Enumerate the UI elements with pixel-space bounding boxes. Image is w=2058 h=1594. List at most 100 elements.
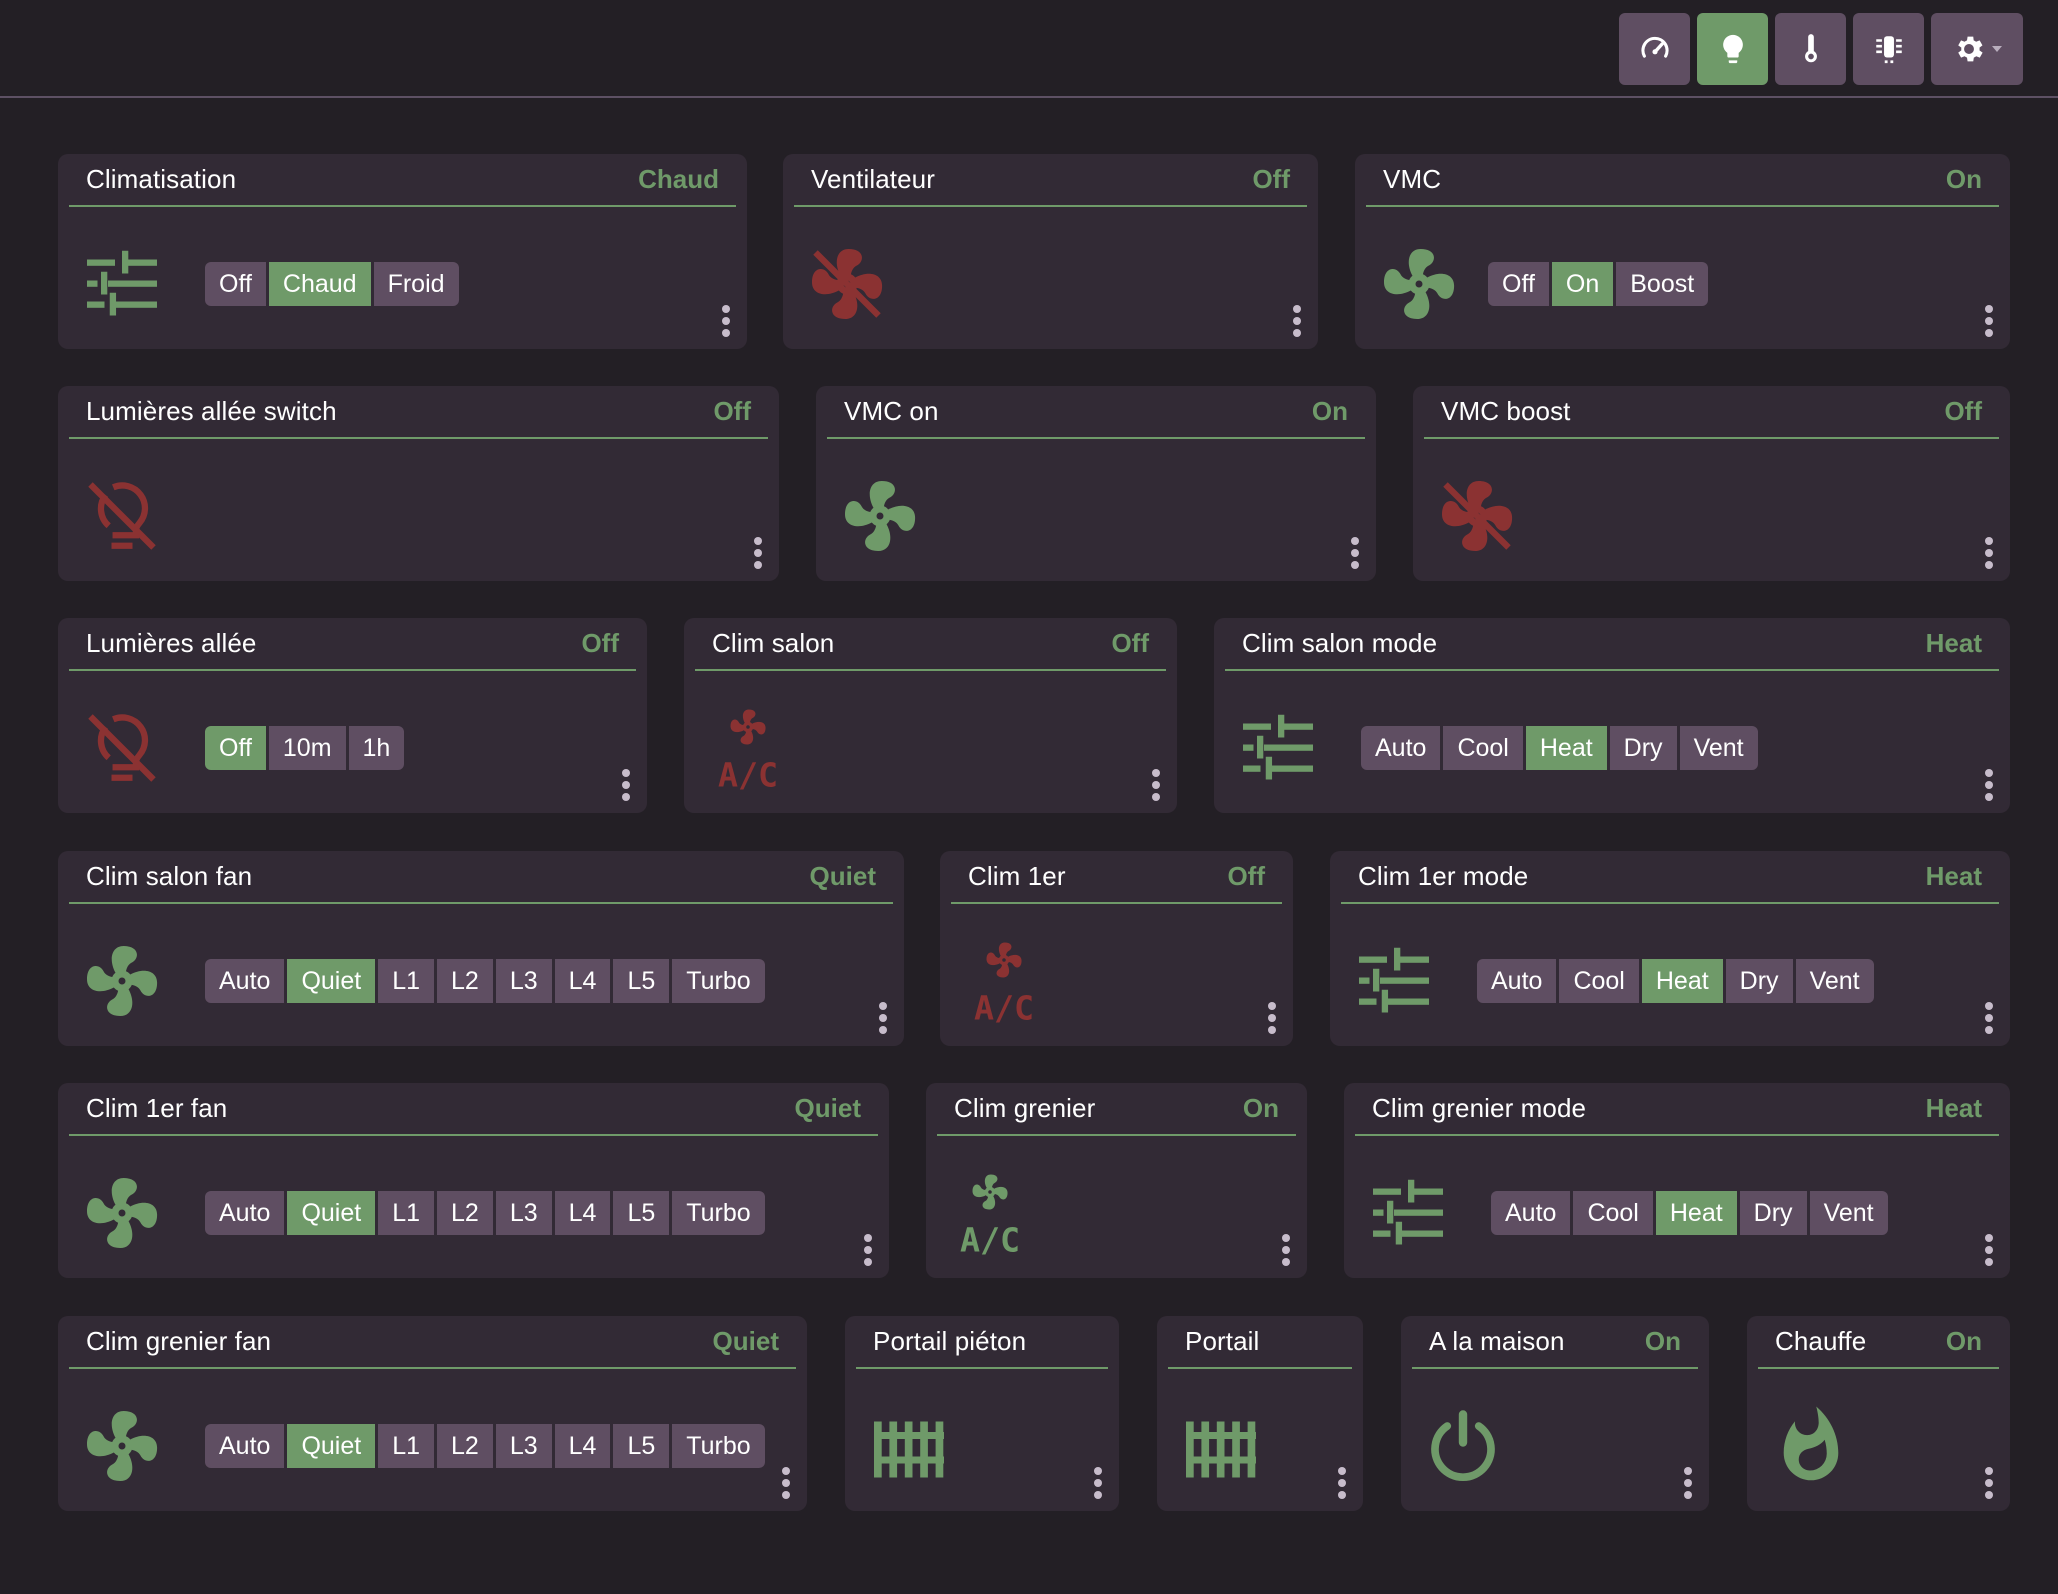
fan-icon[interactable]: [1375, 240, 1463, 328]
option-l4[interactable]: L4: [554, 1424, 611, 1468]
lightbulb-off-icon[interactable]: [78, 704, 166, 792]
nav-thermometer-button[interactable]: [1775, 13, 1846, 85]
option-auto[interactable]: Auto: [205, 1424, 285, 1468]
option-l2[interactable]: L2: [437, 1424, 493, 1468]
option-auto[interactable]: Auto: [1361, 726, 1441, 770]
fan-icon[interactable]: [836, 472, 924, 560]
option-auto[interactable]: Auto: [1477, 959, 1557, 1003]
option-quiet[interactable]: Quiet: [287, 1191, 376, 1235]
more-options-icon[interactable]: [1350, 537, 1360, 569]
option-auto[interactable]: Auto: [1491, 1191, 1571, 1235]
fan-icon[interactable]: [78, 1169, 166, 1257]
option-cool[interactable]: Cool: [1573, 1191, 1653, 1235]
option-dry[interactable]: Dry: [1739, 1191, 1807, 1235]
option-heat[interactable]: Heat: [1655, 1191, 1737, 1235]
nav-settings-button[interactable]: [1931, 13, 2023, 85]
air-conditioner-icon[interactable]: [946, 1169, 1034, 1257]
option-heat[interactable]: Heat: [1525, 726, 1607, 770]
option-off[interactable]: Off: [205, 726, 266, 770]
sliders-icon[interactable]: [78, 240, 166, 328]
option-l3[interactable]: L3: [495, 1191, 552, 1235]
air-conditioner-icon[interactable]: [704, 704, 792, 792]
fan-off-icon[interactable]: [1433, 472, 1521, 560]
option-vent[interactable]: Vent: [1809, 1191, 1888, 1235]
card-header: Lumières allée switch Off: [69, 386, 768, 439]
card-vmc-boost: VMC boost Off: [1413, 386, 2010, 581]
sliders-icon[interactable]: [1364, 1169, 1452, 1257]
more-options-icon[interactable]: [1093, 1467, 1103, 1499]
fan-icon[interactable]: [78, 937, 166, 1025]
card-title: VMC on: [844, 396, 939, 426]
option-l5[interactable]: L5: [613, 1424, 670, 1468]
more-options-icon[interactable]: [721, 305, 731, 337]
more-options-icon[interactable]: [1337, 1467, 1347, 1499]
fan-icon[interactable]: [78, 1402, 166, 1490]
option-dry[interactable]: Dry: [1609, 726, 1677, 770]
gate-icon[interactable]: [1177, 1402, 1265, 1490]
more-options-icon[interactable]: [1151, 769, 1161, 801]
more-options-icon[interactable]: [1984, 305, 1994, 337]
option-l2[interactable]: L2: [437, 1191, 493, 1235]
option-quiet[interactable]: Quiet: [287, 959, 376, 1003]
more-options-icon[interactable]: [1984, 537, 1994, 569]
more-options-icon[interactable]: [1984, 1002, 1994, 1034]
option-l5[interactable]: L5: [613, 1191, 670, 1235]
option-vent[interactable]: Vent: [1795, 959, 1874, 1003]
option-off[interactable]: Off: [1488, 262, 1549, 306]
more-options-icon[interactable]: [863, 1234, 873, 1266]
option-l1[interactable]: L1: [378, 959, 435, 1003]
power-icon[interactable]: [1419, 1402, 1507, 1490]
option-heat[interactable]: Heat: [1641, 959, 1723, 1003]
option-10m[interactable]: 10m: [268, 726, 346, 770]
option-l4[interactable]: L4: [554, 1191, 611, 1235]
option-l4[interactable]: L4: [554, 959, 611, 1003]
option-on[interactable]: On: [1551, 262, 1614, 306]
option-auto[interactable]: Auto: [205, 959, 285, 1003]
more-options-icon[interactable]: [1267, 1002, 1277, 1034]
option-l5[interactable]: L5: [613, 959, 670, 1003]
lightbulb-off-icon[interactable]: [78, 472, 166, 560]
more-options-icon[interactable]: [1984, 1234, 1994, 1266]
option-l1[interactable]: L1: [378, 1191, 435, 1235]
option-quiet[interactable]: Quiet: [287, 1424, 376, 1468]
more-options-icon[interactable]: [1281, 1234, 1291, 1266]
card-header: Lumières allée Off: [69, 618, 636, 671]
option-boost[interactable]: Boost: [1616, 262, 1709, 306]
option-cool[interactable]: Cool: [1443, 726, 1523, 770]
option-1h[interactable]: 1h: [348, 726, 405, 770]
option-turbo[interactable]: Turbo: [672, 1424, 765, 1468]
gate-icon[interactable]: [865, 1402, 953, 1490]
option-l3[interactable]: L3: [495, 959, 552, 1003]
option-l2[interactable]: L2: [437, 959, 493, 1003]
nav-radiator-button[interactable]: [1853, 13, 1924, 85]
more-options-icon[interactable]: [781, 1467, 791, 1499]
option-froid[interactable]: Froid: [373, 262, 459, 306]
option-dry[interactable]: Dry: [1725, 959, 1793, 1003]
more-options-icon[interactable]: [1984, 1467, 1994, 1499]
option-vent[interactable]: Vent: [1679, 726, 1758, 770]
nav-gauge-button[interactable]: [1619, 13, 1690, 85]
air-conditioner-icon[interactable]: [960, 937, 1048, 1025]
more-options-icon[interactable]: [753, 537, 763, 569]
fan-off-icon[interactable]: [803, 240, 891, 328]
more-options-icon[interactable]: [1292, 305, 1302, 337]
card-lumieres-switch: Lumières allée switch Off: [58, 386, 779, 581]
fire-icon[interactable]: [1767, 1402, 1855, 1490]
more-options-icon[interactable]: [621, 769, 631, 801]
sliders-icon[interactable]: [1350, 937, 1438, 1025]
option-l3[interactable]: L3: [495, 1424, 552, 1468]
option-turbo[interactable]: Turbo: [672, 959, 765, 1003]
nav-lights-button[interactable]: [1697, 13, 1768, 85]
option-auto[interactable]: Auto: [205, 1191, 285, 1235]
card-clim-1er-fan: Clim 1er fan Quiet Auto Quiet L1 L2 L3 L4…: [58, 1083, 889, 1278]
option-off[interactable]: Off: [205, 262, 266, 306]
more-options-icon[interactable]: [1683, 1467, 1693, 1499]
lightbulb-icon: [1722, 34, 1743, 64]
option-chaud[interactable]: Chaud: [268, 262, 371, 306]
option-turbo[interactable]: Turbo: [672, 1191, 765, 1235]
sliders-icon[interactable]: [1234, 704, 1322, 792]
option-cool[interactable]: Cool: [1559, 959, 1639, 1003]
more-options-icon[interactable]: [1984, 769, 1994, 801]
option-l1[interactable]: L1: [378, 1424, 435, 1468]
more-options-icon[interactable]: [878, 1002, 888, 1034]
